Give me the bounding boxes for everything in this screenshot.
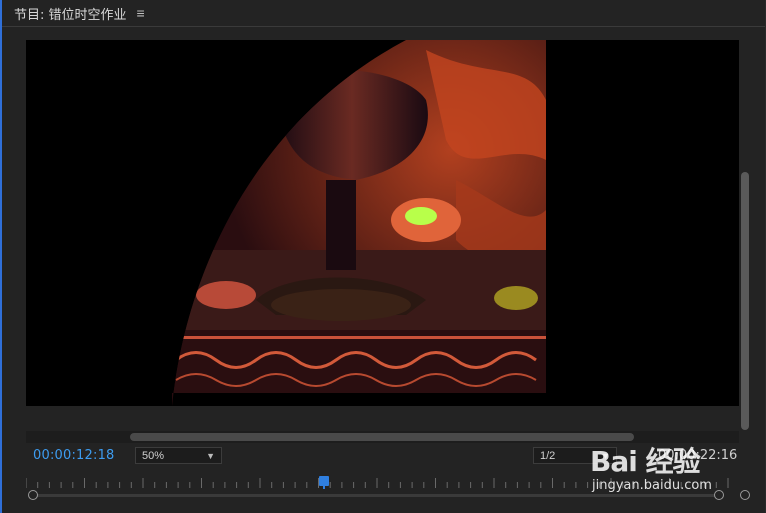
time-ruler[interactable] [26, 476, 739, 488]
playhead-marker[interactable] [319, 476, 329, 486]
zoom-handle-left[interactable] [28, 490, 38, 500]
vertical-scrollbar-thumb[interactable] [741, 172, 749, 430]
header-divider [2, 26, 765, 27]
program-viewer[interactable] [26, 40, 739, 406]
panel-header: 节目: 错位时空作业 ≡ [14, 0, 765, 26]
horizontal-scrollbar-thumb[interactable] [130, 433, 634, 441]
zoom-scroll-bar[interactable] [33, 494, 718, 497]
total-duration: 00:00:22:16 [658, 448, 738, 463]
zoom-handle-right[interactable] [714, 490, 724, 500]
program-monitor-panel: 节目: 错位时空作业 ≡ 00:00:12:18 50% ▼ 1/2 ▼ 00:… [0, 0, 766, 513]
current-timecode[interactable]: 00:00:12:18 [33, 448, 115, 463]
chevron-down-icon: ▼ [206, 450, 215, 461]
playback-resolution-value: 1/2 [540, 449, 556, 462]
zoom-level-value: 50% [142, 449, 165, 462]
video-frame-image [172, 40, 546, 406]
timebar-end-handle[interactable] [740, 490, 750, 500]
playhead-line [323, 486, 325, 489]
panel-title: 节目: 错位时空作业 [14, 7, 127, 23]
playback-resolution-select[interactable]: 1/2 ▼ [533, 447, 617, 464]
panel-menu-icon[interactable]: ≡ [137, 6, 145, 20]
zoom-level-select[interactable]: 50% ▼ [135, 447, 222, 464]
chevron-down-icon: ▼ [601, 450, 610, 461]
